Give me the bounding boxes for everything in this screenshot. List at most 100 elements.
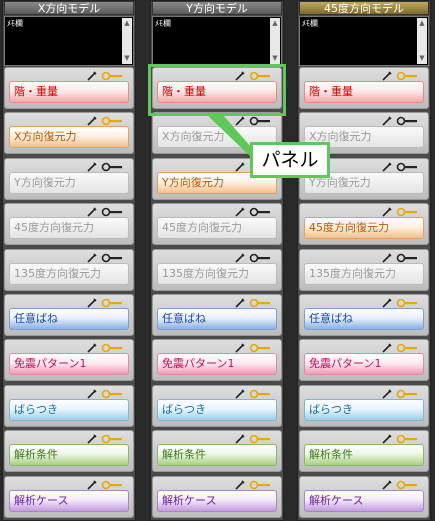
key-icon[interactable] xyxy=(101,71,123,81)
panel-button[interactable]: 解析条件 xyxy=(9,444,129,467)
pencil-icon[interactable] xyxy=(382,207,392,217)
pencil-icon[interactable] xyxy=(87,480,97,490)
pencil-icon[interactable] xyxy=(87,434,97,444)
pencil-icon[interactable] xyxy=(235,389,245,399)
pencil-icon[interactable] xyxy=(382,162,392,172)
key-icon[interactable] xyxy=(396,389,418,399)
pencil-icon[interactable] xyxy=(382,480,392,490)
pencil-icon[interactable] xyxy=(235,480,245,490)
panel-tools xyxy=(235,298,271,308)
pencil-icon[interactable] xyxy=(235,207,245,217)
key-icon[interactable] xyxy=(101,207,123,217)
key-icon[interactable] xyxy=(249,298,271,308)
panel-button[interactable]: 任意ばね xyxy=(304,308,424,330)
key-icon[interactable] xyxy=(101,116,123,126)
pencil-icon[interactable] xyxy=(87,162,97,172)
panel-button[interactable]: 解析条件 xyxy=(157,444,277,467)
key-icon[interactable] xyxy=(396,253,418,263)
panel-tools xyxy=(87,434,123,444)
panel-button[interactable]: 階・重量 xyxy=(304,81,424,103)
panel-button[interactable]: 任意ばね xyxy=(157,308,277,330)
pencil-icon[interactable] xyxy=(235,343,245,353)
key-icon[interactable] xyxy=(249,343,271,353)
panel-button[interactable]: 免震パターン1 xyxy=(304,353,424,376)
key-icon[interactable] xyxy=(396,298,418,308)
memo-scrollbar[interactable]: ▲ ▼ xyxy=(270,18,280,64)
memo-field[interactable]: ﾒﾓ欄 ▲ ▼ xyxy=(4,16,134,66)
key-icon[interactable] xyxy=(249,389,271,399)
panel-button[interactable]: X方向復元力 xyxy=(9,126,129,149)
memo-scrollbar[interactable]: ▲ ▼ xyxy=(122,18,132,64)
key-icon[interactable] xyxy=(396,434,418,444)
panel-button[interactable]: 解析条件 xyxy=(304,444,424,467)
memo-field[interactable]: ﾒﾓ欄 ▲ ▼ xyxy=(152,16,282,66)
panel-tools xyxy=(87,207,123,217)
panel-button[interactable]: 解析ケース xyxy=(9,489,129,512)
panel-button[interactable]: ばらつき xyxy=(157,398,277,421)
panel-button[interactable]: 135度方向復元力 xyxy=(157,262,277,285)
panel-button[interactable]: 45度方向復元力 xyxy=(9,217,129,240)
panel-button[interactable]: ばらつき xyxy=(304,398,424,421)
pencil-icon[interactable] xyxy=(87,298,97,308)
panel-button[interactable]: Y方向復元力 xyxy=(9,171,129,194)
scroll-up-icon[interactable]: ▲ xyxy=(271,20,279,27)
key-icon[interactable] xyxy=(396,116,418,126)
key-icon[interactable] xyxy=(249,207,271,217)
key-icon[interactable] xyxy=(101,298,123,308)
key-icon[interactable] xyxy=(101,343,123,353)
column-title: X方向モデル xyxy=(4,1,134,15)
panel-button[interactable]: 免震パターン1 xyxy=(157,353,277,376)
panel-button[interactable]: ばらつき xyxy=(9,398,129,421)
key-icon[interactable] xyxy=(249,253,271,263)
key-icon[interactable] xyxy=(249,116,271,126)
panel-button[interactable]: 解析ケース xyxy=(304,489,424,512)
pencil-icon[interactable] xyxy=(235,434,245,444)
pencil-icon[interactable] xyxy=(382,434,392,444)
pencil-icon[interactable] xyxy=(87,71,97,81)
key-icon[interactable] xyxy=(249,480,271,490)
pencil-icon[interactable] xyxy=(87,116,97,126)
pencil-icon[interactable] xyxy=(382,343,392,353)
panel-button[interactable]: 解析ケース xyxy=(157,489,277,512)
pencil-icon[interactable] xyxy=(235,162,245,172)
callout-label: パネル xyxy=(250,142,330,178)
pencil-icon[interactable] xyxy=(87,207,97,217)
panel-button[interactable]: 135度方向復元力 xyxy=(9,262,129,285)
pencil-icon[interactable] xyxy=(87,343,97,353)
pencil-icon[interactable] xyxy=(87,389,97,399)
scroll-down-icon[interactable]: ▼ xyxy=(123,55,131,62)
pencil-icon[interactable] xyxy=(382,389,392,399)
memo-field[interactable]: ﾒﾓ欄 ▲ ▼ xyxy=(299,16,429,66)
key-icon[interactable] xyxy=(101,480,123,490)
scroll-down-icon[interactable]: ▼ xyxy=(271,55,279,62)
scroll-up-icon[interactable]: ▲ xyxy=(123,20,131,27)
panel-button[interactable]: 免震パターン1 xyxy=(9,353,129,376)
key-icon[interactable] xyxy=(396,480,418,490)
panel-button[interactable]: 135度方向復元力 xyxy=(304,262,424,285)
key-icon[interactable] xyxy=(101,434,123,444)
panel-button[interactable]: 45度方向復元力 xyxy=(157,217,277,240)
panel-button[interactable]: 任意ばね xyxy=(9,308,129,330)
key-icon[interactable] xyxy=(396,162,418,172)
pencil-icon[interactable] xyxy=(235,253,245,263)
key-icon[interactable] xyxy=(101,162,123,172)
pencil-icon[interactable] xyxy=(235,298,245,308)
pencil-icon[interactable] xyxy=(87,253,97,263)
panel: 解析条件 xyxy=(299,430,429,473)
memo-scrollbar[interactable]: ▲ ▼ xyxy=(417,18,427,64)
key-icon[interactable] xyxy=(396,343,418,353)
key-icon[interactable] xyxy=(396,207,418,217)
pencil-icon[interactable] xyxy=(382,253,392,263)
key-icon[interactable] xyxy=(101,253,123,263)
panel-button[interactable]: 階・重量 xyxy=(9,81,129,103)
panel-button[interactable]: 45度方向復元力 xyxy=(304,217,424,240)
pencil-icon[interactable] xyxy=(382,116,392,126)
key-icon[interactable] xyxy=(101,389,123,399)
key-icon[interactable] xyxy=(396,71,418,81)
pencil-icon[interactable] xyxy=(382,71,392,81)
key-icon[interactable] xyxy=(249,434,271,444)
scroll-up-icon[interactable]: ▲ xyxy=(418,20,426,27)
pencil-icon[interactable] xyxy=(235,116,245,126)
pencil-icon[interactable] xyxy=(382,298,392,308)
scroll-down-icon[interactable]: ▼ xyxy=(418,55,426,62)
